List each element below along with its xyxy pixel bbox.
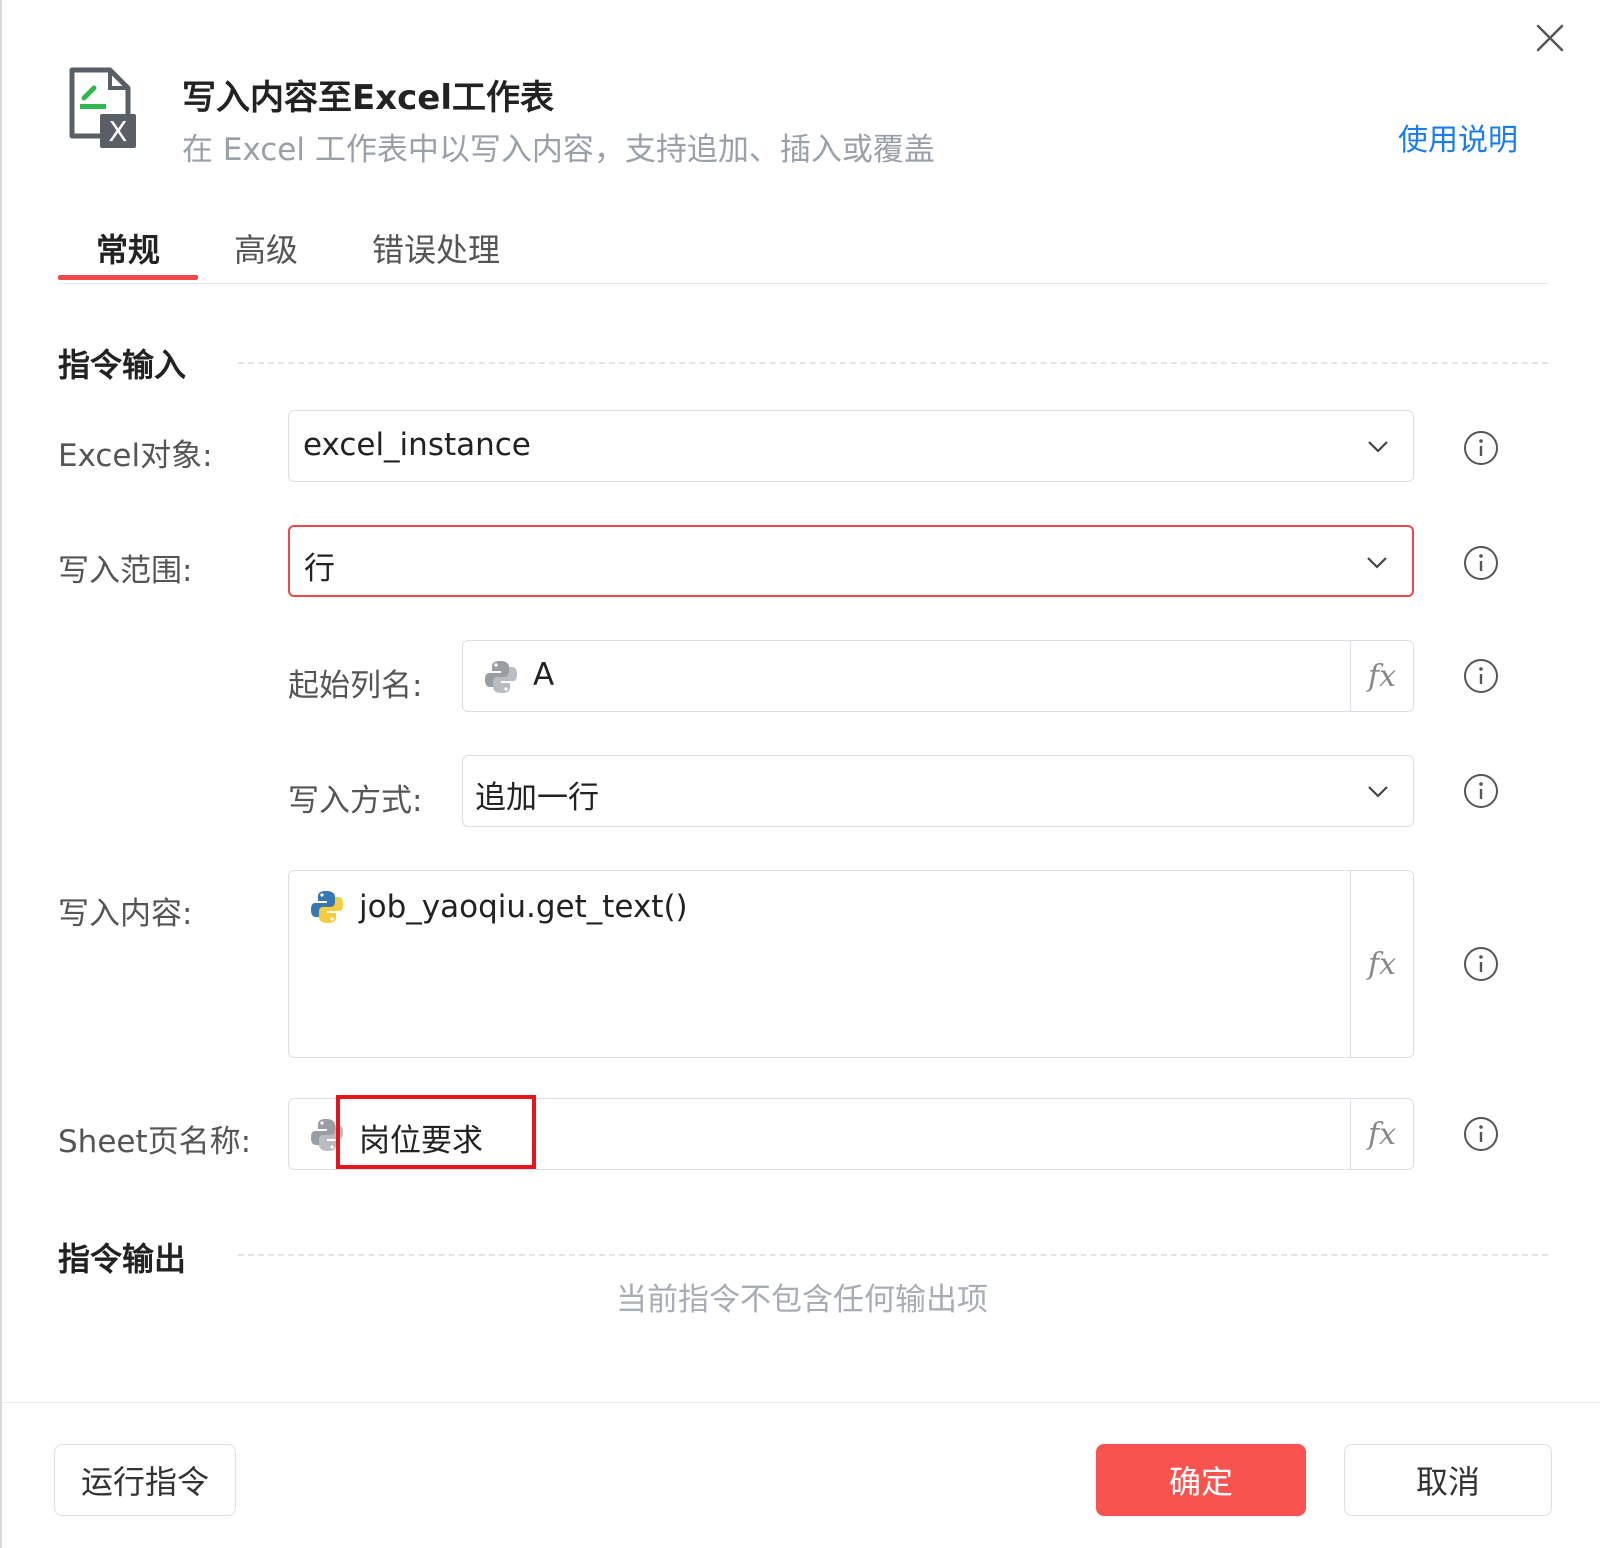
write-excel-dialog: X 写入内容至Excel工作表 在 Excel 工作表中以写入内容，支持追加、插… bbox=[0, 0, 1600, 1548]
write-content-input[interactable]: job_yaoqiu.get_text() fx bbox=[288, 870, 1414, 1058]
svg-text:X: X bbox=[108, 115, 127, 148]
python-icon bbox=[311, 1119, 343, 1151]
write-mode-value: 追加一行 bbox=[475, 780, 599, 816]
write-content-label: 写入内容: bbox=[58, 896, 193, 932]
run-command-button[interactable]: 运行指令 bbox=[54, 1444, 236, 1516]
start-column-input[interactable]: A fx bbox=[462, 640, 1414, 712]
write-range-label: 写入范围: bbox=[58, 553, 193, 589]
python-icon bbox=[485, 661, 517, 693]
chevron-down-icon bbox=[1367, 557, 1387, 569]
section-divider bbox=[238, 1254, 1548, 1256]
info-icon[interactable] bbox=[1462, 429, 1500, 467]
sheet-name-label: Sheet页名称: bbox=[58, 1124, 252, 1160]
excel-object-value: excel_instance bbox=[303, 427, 531, 463]
info-icon[interactable] bbox=[1462, 772, 1500, 810]
section-divider bbox=[238, 362, 1548, 364]
tab-active-indicator bbox=[58, 275, 198, 280]
sheet-name-value: 岗位要求 bbox=[359, 1123, 483, 1159]
excel-write-icon: X bbox=[66, 66, 138, 150]
cancel-button[interactable]: 取消 bbox=[1344, 1444, 1552, 1516]
write-range-value: 行 bbox=[304, 551, 335, 587]
tab-advanced[interactable]: 高级 bbox=[234, 225, 298, 271]
chevron-down-icon bbox=[1368, 786, 1388, 798]
close-icon[interactable] bbox=[1532, 20, 1568, 56]
info-icon[interactable] bbox=[1462, 544, 1500, 582]
write-content-value: job_yaoqiu.get_text() bbox=[359, 889, 688, 925]
chevron-down-icon bbox=[1368, 441, 1388, 453]
dialog-title: 写入内容至Excel工作表 bbox=[182, 78, 555, 118]
fx-button[interactable]: fx bbox=[1350, 871, 1413, 1057]
fx-button[interactable]: fx bbox=[1350, 1099, 1413, 1169]
tab-bar: 常规 高级 错误处理 bbox=[58, 215, 1548, 284]
section-input-title: 指令输入 bbox=[58, 346, 187, 384]
tab-general[interactable]: 常规 bbox=[96, 225, 160, 271]
python-icon bbox=[311, 891, 343, 923]
start-column-value: A bbox=[533, 657, 555, 693]
info-icon[interactable] bbox=[1462, 657, 1500, 695]
fx-button[interactable]: fx bbox=[1350, 641, 1413, 711]
write-mode-label: 写入方式: bbox=[288, 783, 423, 819]
write-range-select[interactable]: 行 bbox=[288, 525, 1414, 597]
tab-error-handling[interactable]: 错误处理 bbox=[372, 225, 500, 271]
sheet-name-input[interactable]: 岗位要求 fx bbox=[288, 1098, 1414, 1170]
start-column-label: 起始列名: bbox=[288, 668, 423, 704]
info-icon[interactable] bbox=[1462, 1115, 1500, 1153]
excel-object-label: Excel对象: bbox=[58, 438, 213, 474]
dialog-subtitle: 在 Excel 工作表中以写入内容，支持追加、插入或覆盖 bbox=[182, 132, 935, 168]
help-link[interactable]: 使用说明 bbox=[1398, 115, 1518, 159]
write-mode-select[interactable]: 追加一行 bbox=[462, 755, 1414, 827]
output-empty-message: 当前指令不包含任何输出项 bbox=[616, 1282, 988, 1318]
excel-object-select[interactable]: excel_instance bbox=[288, 410, 1414, 482]
info-icon[interactable] bbox=[1462, 945, 1500, 983]
footer-divider bbox=[2, 1402, 1600, 1403]
confirm-button[interactable]: 确定 bbox=[1096, 1444, 1306, 1516]
